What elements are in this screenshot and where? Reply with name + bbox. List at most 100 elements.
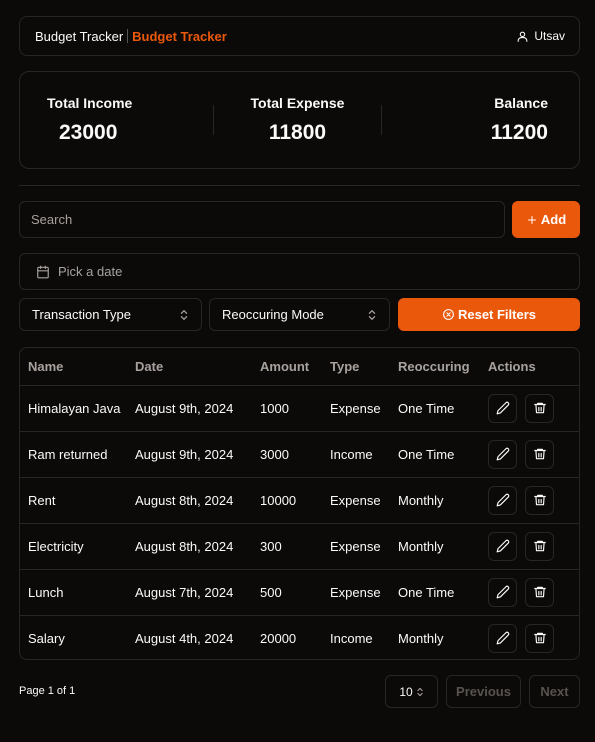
cell-actions [488,431,579,478]
pencil-icon [496,585,509,599]
cell-reoccuring: One Time [398,569,488,616]
edit-button[interactable] [488,531,517,561]
delete-button[interactable] [525,623,554,653]
table-header-row: Name Date Amount Type Reoccuring Actions [20,348,579,386]
table-row: Electricity August 8th, 2024 300 Expense Mon… [20,523,579,570]
cell-type: Expense [330,569,398,616]
circle-x-icon [443,309,454,320]
balance: Balance 11200 [382,72,579,168]
pencil-icon [496,631,509,645]
delete-button[interactable] [525,485,554,515]
cell-actions [488,385,579,432]
delete-button[interactable] [525,531,554,561]
navbar: Budget Tracker Budget Tracker Utsav [19,16,580,56]
column-header-name: Name [20,348,135,386]
page-info: Page 1 of 1 [19,685,76,697]
user-name: Utsav [534,29,565,43]
search-input[interactable] [19,201,505,238]
transactions-table: Name Date Amount Type Reoccuring Actions… [19,347,580,660]
delete-button[interactable] [525,439,554,469]
cell-date: August 8th, 2024 [135,477,260,524]
cell-actions [488,477,579,524]
cell-reoccuring: One Time [398,431,488,478]
pencil-icon [496,401,509,415]
trash-icon [533,494,546,506]
total-expense-value: 11800 [268,121,327,144]
cell-amount: 300 [260,523,330,570]
total-income: Total Income 23000 [20,72,213,168]
cell-reoccuring: Monthly [398,523,488,570]
edit-button[interactable] [488,623,517,653]
trash-icon [533,540,546,552]
brand-title-accent: Budget Tracker [132,28,227,44]
reset-filters-button[interactable]: Reset Filters [398,298,580,331]
pencil-icon [496,447,509,461]
cell-name: Ram returned [20,431,135,478]
total-expense: Total Expense 11800 [214,72,380,168]
user-menu[interactable]: Utsav [516,29,565,43]
cell-name: Rent [20,477,135,524]
calendar-icon [37,265,49,278]
chevrons-up-down-icon [368,309,376,320]
cell-actions [488,569,579,616]
section-divider [19,185,580,186]
cell-amount: 20000 [260,630,297,646]
column-header-date: Date [135,348,260,386]
add-button-label: Add [540,212,567,227]
balance-value: 11200 [490,121,548,144]
table-row: Lunch August 7th, 2024 500 Expense One Time [20,569,579,616]
page-size-select[interactable]: 10 [385,675,438,708]
cell-amount: 1000 [260,385,330,432]
cell-name: Himalayan Java [20,385,135,432]
pencil-icon [496,493,509,507]
cell-type: Expense [330,523,398,570]
cell-date: August 4th, 2024 [135,630,234,646]
transaction-type-value: Transaction Type [32,307,131,322]
trash-icon [533,633,546,644]
reoccuring-mode-value: Reoccuring Mode [222,307,324,322]
reset-filters-label: Reset Filters [457,307,537,322]
delete-button[interactable] [525,393,554,423]
transaction-type-select[interactable]: Transaction Type [19,298,202,331]
column-header-reoccuring: Reoccuring [398,348,488,386]
cell-date: August 8th, 2024 [135,523,260,570]
edit-button[interactable] [488,439,517,469]
table-row: Salary August 4th, 2024 20000 Income Monthly [20,615,579,659]
edit-button[interactable] [488,393,517,423]
edit-button[interactable] [488,577,517,607]
next-button[interactable]: Next [529,675,580,708]
edit-button[interactable] [488,485,517,515]
brand-divider [127,29,129,43]
cell-date: August 9th, 2024 [135,431,260,478]
cell-name: Electricity [20,523,135,570]
date-picker-placeholder: Pick a date [58,264,123,279]
cell-amount: 3000 [260,431,330,478]
cell-actions [488,523,579,570]
summary-card: Total Income 23000 Total Expense 11800 B… [19,71,580,169]
previous-button[interactable]: Previous [446,675,521,708]
chevrons-up-down-icon [180,309,188,320]
cell-amount: 500 [260,569,330,616]
brand[interactable]: Budget Tracker Budget Tracker [35,29,227,44]
date-picker[interactable]: Pick a date [19,253,580,290]
column-header-type: Type [330,348,398,386]
cell-reoccuring: Monthly [398,630,444,646]
page-size-value: 10 [399,684,413,699]
table-row: Ram returned August 9th, 2024 3000 Income On… [20,431,579,478]
reoccuring-mode-select[interactable]: Reoccuring Mode [209,298,390,331]
total-income-label: Total Income [47,95,133,111]
trash-icon [533,448,546,460]
delete-button[interactable] [525,577,554,607]
cell-date: August 7th, 2024 [135,569,260,616]
trash-icon [533,586,546,598]
cell-name: Lunch [20,569,135,616]
trash-icon [533,402,546,414]
column-header-actions: Actions [488,348,579,386]
add-button[interactable]: Add [512,201,580,238]
cell-date: August 9th, 2024 [135,385,260,432]
cell-type: Expense [330,477,398,524]
chevrons-up-down-icon [416,687,423,696]
cell-type: Income [330,630,373,646]
table-row: Rent August 8th, 2024 10000 Expense Monthly [20,477,579,524]
cell-reoccuring: One Time [398,385,488,432]
